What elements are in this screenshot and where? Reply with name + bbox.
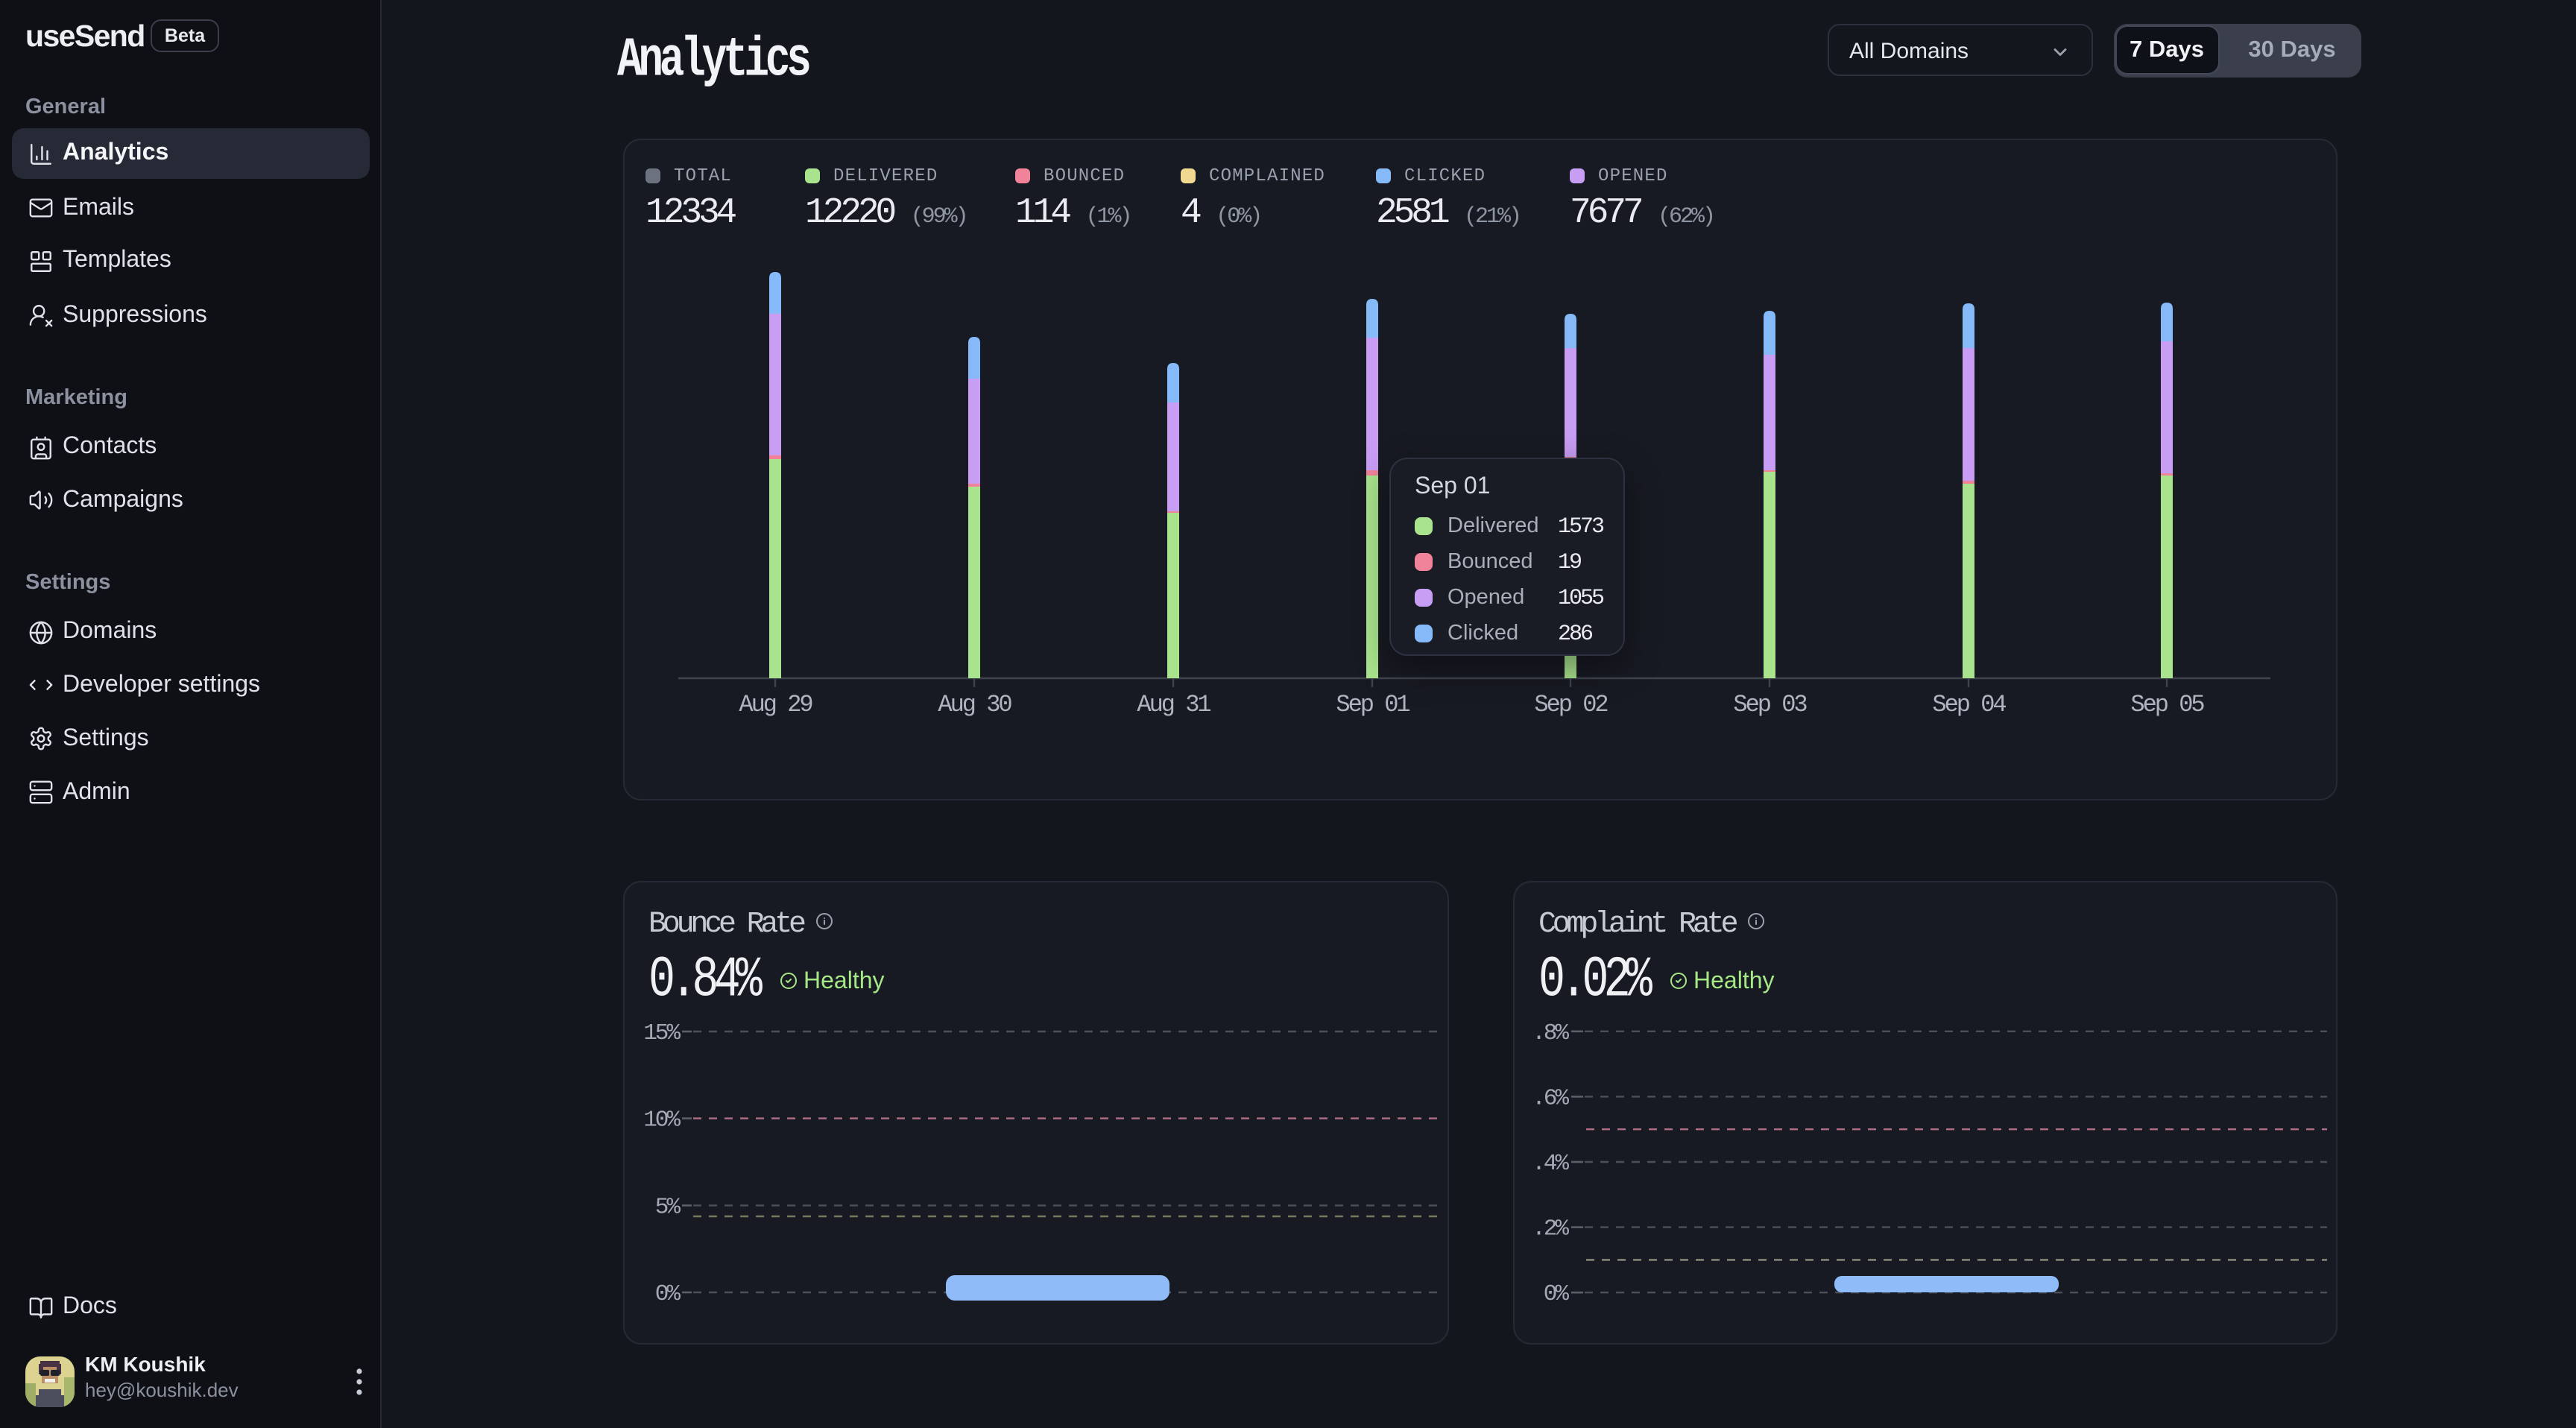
svg-text:Aug 31: Aug 31	[1137, 691, 1210, 718]
svg-text:15%: 15%	[643, 1020, 681, 1046]
svg-text:5%: 5%	[655, 1194, 681, 1220]
svg-text:.2%: .2%	[1532, 1216, 1569, 1242]
svg-text:Aug 30: Aug 30	[938, 691, 1011, 718]
svg-text:.8%: .8%	[1532, 1020, 1569, 1046]
svg-text:.4%: .4%	[1532, 1151, 1569, 1177]
svg-text:Sep 02: Sep 02	[1534, 691, 1607, 718]
svg-text:Sep 04: Sep 04	[1932, 691, 2006, 718]
svg-text:0%: 0%	[1544, 1281, 1570, 1307]
svg-text:Sep 01: Sep 01	[1336, 691, 1409, 718]
svg-text:10%: 10%	[643, 1108, 681, 1134]
svg-text:Sep 03: Sep 03	[1733, 691, 1807, 718]
svg-text:Aug 29: Aug 29	[739, 691, 812, 718]
svg-text:Sep 05: Sep 05	[2130, 691, 2204, 718]
svg-text:0%: 0%	[655, 1281, 681, 1307]
svg-text:.6%: .6%	[1532, 1085, 1569, 1111]
